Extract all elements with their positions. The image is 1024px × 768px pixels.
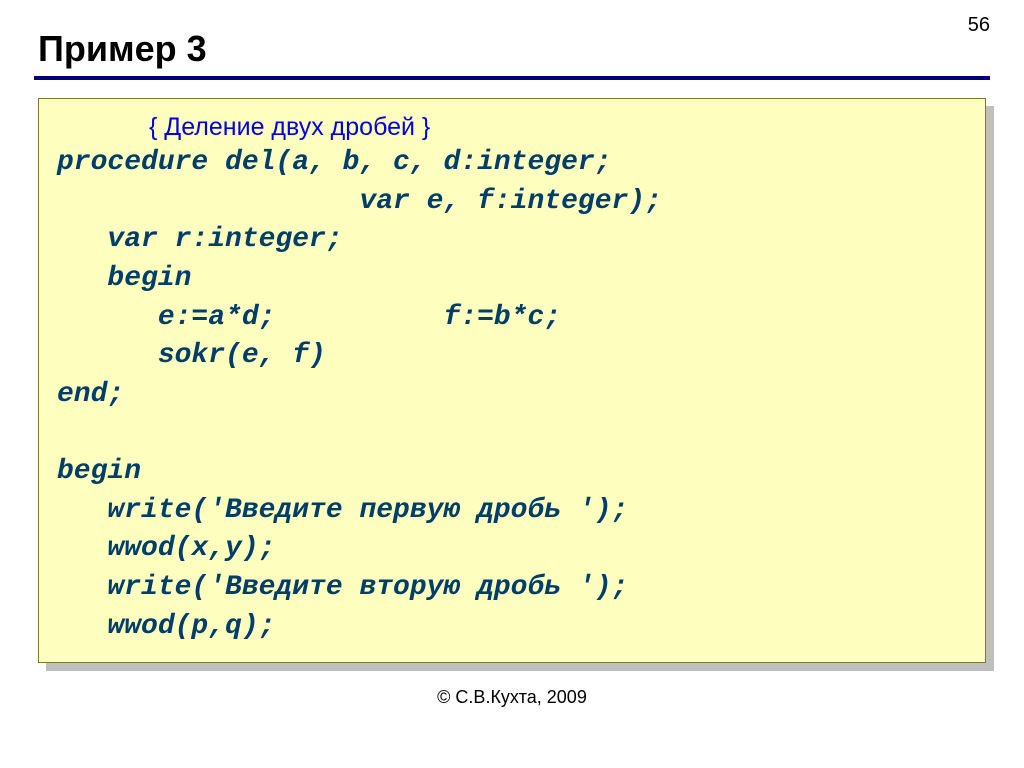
footer-copyright: © С.В.Кухта, 2009 (34, 687, 990, 708)
slide-title: Пример 3 (38, 28, 990, 70)
code-box: { Деление двух дробей } procedure del(a,… (38, 98, 986, 663)
page-number: 56 (968, 14, 990, 37)
title-rule (34, 76, 990, 80)
code-listing: procedure del(a, b, c, d:integer; var e,… (57, 144, 967, 646)
code-container: { Деление двух дробей } procedure del(a,… (38, 98, 986, 663)
slide: 56 Пример 3 { Деление двух дробей } proc… (0, 0, 1024, 768)
code-comment: { Деление двух дробей } (149, 113, 967, 142)
